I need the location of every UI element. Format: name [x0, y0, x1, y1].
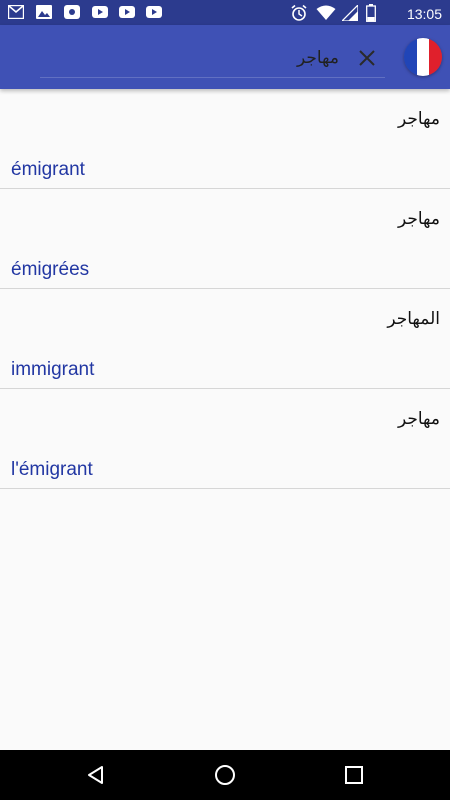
list-item[interactable]: مهاجر émigrant — [0, 89, 450, 189]
results-list: مهاجر émigrant مهاجر émigrées المهاجر im… — [0, 89, 450, 489]
close-icon[interactable] — [357, 48, 377, 68]
list-item[interactable]: مهاجر émigrées — [0, 189, 450, 289]
source-word: مهاجر — [397, 209, 440, 229]
clock-time: 13:05 — [406, 6, 442, 22]
app-icon — [64, 5, 80, 19]
translation-word: émigrées — [11, 259, 90, 280]
source-word: المهاجر — [387, 309, 440, 329]
source-word: مهاجر — [397, 109, 440, 129]
wifi-icon — [316, 5, 336, 26]
gmail-icon — [7, 4, 25, 20]
app-toolbar — [0, 25, 450, 89]
recents-icon[interactable] — [342, 763, 366, 787]
alarm-icon — [290, 4, 308, 27]
source-word: مهاجر — [397, 409, 440, 429]
youtube-icon — [146, 5, 162, 19]
france-flag-icon[interactable] — [404, 38, 442, 76]
navigation-bar — [0, 750, 450, 800]
list-item[interactable]: المهاجر immigrant — [0, 289, 450, 389]
search-input[interactable] — [99, 45, 339, 71]
list-item[interactable]: مهاجر l'émigrant — [0, 389, 450, 489]
back-icon[interactable] — [84, 763, 108, 787]
screen: 13:05 مهاجر émigrant مهاجر émigrées — [0, 0, 450, 800]
translation-word: immigrant — [11, 359, 95, 380]
battery-icon — [366, 4, 376, 27]
system-icons: 13:05 — [290, 3, 450, 22]
youtube-icon — [92, 5, 108, 19]
youtube-icon — [119, 5, 135, 19]
status-bar: 13:05 — [0, 0, 450, 25]
photos-icon — [36, 5, 52, 19]
home-icon[interactable] — [213, 763, 237, 787]
search-box — [40, 39, 385, 78]
translation-word: l'émigrant — [11, 459, 93, 480]
translation-word: émigrant — [11, 159, 85, 180]
signal-icon — [340, 3, 359, 26]
